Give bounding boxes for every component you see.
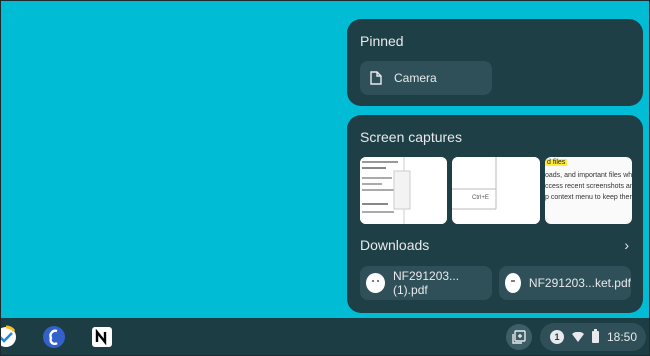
notion-icon: [92, 327, 112, 347]
thumbnail-line: ccess recent screenshots and: [545, 183, 632, 190]
battery-icon: [592, 329, 599, 343]
screenshot-preview-1: [360, 157, 447, 224]
screenshot-preview-2: [452, 157, 540, 224]
tasks-app-icon[interactable]: [0, 325, 18, 349]
screen-capture-thumbnail[interactable]: [360, 157, 447, 224]
notion-app-icon[interactable]: [90, 325, 114, 349]
downloads-title: Downloads: [360, 237, 430, 253]
pinned-item-camera[interactable]: Camera: [360, 61, 492, 95]
notification-badge: 1: [550, 330, 564, 344]
highlighted-text: d files: [545, 159, 568, 166]
wifi-icon: [572, 332, 584, 342]
pinned-title: Pinned: [360, 33, 404, 49]
download-item[interactable]: NF291203...ket.pdf: [499, 266, 631, 300]
pdf-thumbnail-icon: [366, 273, 386, 293]
thumbnail-text: oads, and important files which ccess re…: [545, 170, 632, 203]
shelf: 1 18:50: [0, 318, 650, 356]
pinned-panel: Pinned Camera: [347, 19, 643, 106]
simplenote-icon: [43, 326, 65, 348]
download-item-label: NF291203...ket.pdf: [528, 276, 631, 290]
thumbnail-line: oads, and important files which: [545, 172, 632, 179]
tote-icon: [512, 330, 526, 344]
shortcut-text: Ctrl+E: [472, 195, 489, 201]
screen-captures-panel: Screen captures Ctrl+E d files oads, and…: [347, 115, 643, 313]
pinned-item-label: Camera: [394, 71, 437, 85]
file-icon: [370, 71, 382, 85]
simplenote-app-icon[interactable]: [42, 325, 66, 349]
thumbnail-line: p context menu to keep them: [545, 194, 632, 201]
screen-capture-thumbnail[interactable]: d files oads, and important files which …: [545, 157, 632, 224]
tasks-icon: [0, 325, 16, 347]
pdf-thumbnail-icon: [505, 273, 521, 293]
download-item-label: NF291203... (1).pdf: [393, 269, 460, 297]
screen-capture-thumbnail[interactable]: Ctrl+E: [452, 157, 540, 224]
status-tray[interactable]: 1 18:50: [540, 323, 646, 351]
download-item[interactable]: NF291203... (1).pdf: [360, 266, 492, 300]
screen-captures-title: Screen captures: [360, 129, 462, 145]
tote-button[interactable]: [506, 324, 532, 350]
clock-time: 18:50: [607, 330, 638, 344]
chevron-right-icon[interactable]: ›: [624, 237, 629, 253]
